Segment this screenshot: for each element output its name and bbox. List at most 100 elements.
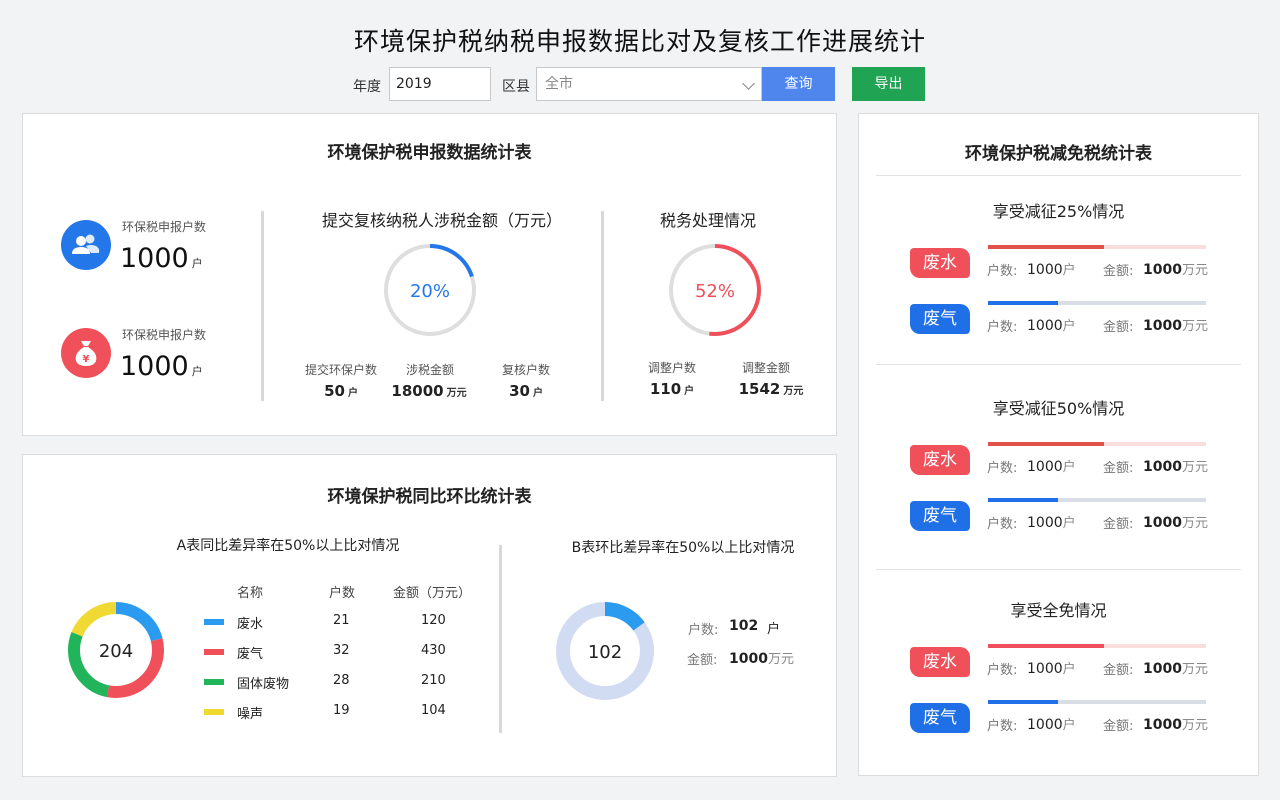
declaration-card-title: 环境保护税申报数据统计表 bbox=[327, 143, 532, 163]
relief-progress-bar bbox=[988, 644, 1206, 648]
pollutant-tag: 废气 bbox=[910, 304, 970, 334]
stat-value: 1542 万元 bbox=[738, 380, 804, 398]
filter-bar: 年度 区县 全市 查询 导出 bbox=[0, 67, 1280, 101]
pollutant-tag: 废水 bbox=[910, 647, 970, 677]
amount-value: 1000万元 bbox=[1143, 515, 1208, 531]
relief-progress-bar bbox=[988, 498, 1206, 502]
divider bbox=[876, 569, 1241, 570]
legend-header-name: 名称 bbox=[237, 586, 264, 601]
chevron-down-icon bbox=[742, 77, 755, 90]
count-label: 户数: bbox=[987, 461, 1018, 476]
divider bbox=[876, 364, 1241, 365]
pollutant-tag: 废气 bbox=[910, 703, 970, 733]
table-b-title: B表环比差异率在50%以上比对情况 bbox=[571, 540, 795, 556]
amount-value: 1000万元 bbox=[1143, 717, 1208, 733]
stat-label: 调整户数 bbox=[647, 361, 696, 375]
count-value: 1000户 bbox=[1027, 262, 1076, 278]
comparison-card-title: 环境保护税同比环比统计表 bbox=[327, 487, 532, 507]
relief-group-title: 享受全免情况 bbox=[1010, 601, 1107, 620]
declared-households-label: 环保税申报户数 bbox=[122, 220, 207, 234]
table-a-title: A表同比差异率在50%以上比对情况 bbox=[176, 538, 400, 554]
relief-progress-bar bbox=[988, 700, 1206, 704]
review-amount-title: 提交复核纳税人涉税金额（万元） bbox=[321, 211, 562, 230]
comparison-stats-card: 环境保护税同比环比统计表 A表同比差异率在50%以上比对情况 204 名称 户数… bbox=[22, 454, 837, 777]
export-button[interactable]: 导出 bbox=[852, 67, 925, 101]
stat-label: 涉税金额 bbox=[405, 363, 454, 377]
legend-count: 32 bbox=[333, 643, 350, 658]
table-a-donut: 204 bbox=[68, 602, 164, 698]
page-title: 环境保护税纳税申报数据比对及复核工作进展统计 bbox=[353, 27, 926, 56]
divider bbox=[601, 211, 604, 401]
handling-percent-text: 52% bbox=[695, 281, 735, 302]
stat-label: 调整金额 bbox=[741, 361, 790, 375]
svg-text:¥: ¥ bbox=[83, 354, 90, 365]
amount-label: 金额: bbox=[1103, 264, 1134, 279]
count-value: 1000户 bbox=[1027, 318, 1076, 334]
amount-label: 金额: bbox=[1103, 517, 1134, 532]
relief-card-title: 环境保护税减免税统计表 bbox=[965, 144, 1152, 164]
legend-amount: 210 bbox=[421, 673, 446, 688]
relief-progress-fill bbox=[988, 301, 1058, 305]
pollutant-tag: 废水 bbox=[910, 445, 970, 475]
declared-households-value: 1000 户 bbox=[120, 243, 203, 274]
table-b-count-unit: 户 bbox=[767, 622, 781, 637]
district-select[interactable]: 全市 bbox=[536, 67, 762, 101]
legend-name: 废气 bbox=[237, 647, 264, 662]
amount-value: 1000万元 bbox=[1143, 661, 1208, 677]
stat-value: 110 户 bbox=[649, 380, 695, 398]
relief-group-title: 享受减征50%情况 bbox=[992, 399, 1125, 418]
relief-progress-bar bbox=[988, 301, 1206, 305]
money-bag-icon: ¥ bbox=[61, 328, 111, 378]
amount-value: 1000万元 bbox=[1143, 262, 1208, 278]
relief-progress-fill bbox=[988, 245, 1104, 249]
users-icon bbox=[61, 220, 111, 270]
legend-count: 21 bbox=[333, 613, 350, 628]
amount-label: 金额: bbox=[1103, 320, 1134, 335]
stat-value: 30 户 bbox=[509, 382, 543, 400]
legend-name: 废水 bbox=[237, 617, 264, 632]
district-selected-value: 全市 bbox=[545, 76, 573, 92]
declared-households-value-2: 1000 户 bbox=[120, 351, 203, 382]
table-a-center-value: 204 bbox=[99, 641, 133, 662]
relief-progress-bar bbox=[988, 245, 1206, 249]
count-label: 户数: bbox=[987, 264, 1018, 279]
legend-header-count: 户数 bbox=[329, 586, 356, 601]
stat-value: 18000 万元 bbox=[391, 382, 467, 400]
amount-label: 金额: bbox=[1103, 461, 1134, 476]
relief-progress-fill bbox=[988, 644, 1104, 648]
relief-progress-fill bbox=[988, 498, 1058, 502]
count-label: 户数: bbox=[987, 517, 1018, 532]
legend-swatch bbox=[204, 619, 224, 625]
handling-progress-ring: 52% bbox=[669, 244, 761, 336]
count-value: 1000户 bbox=[1027, 717, 1076, 733]
table-b-center-value: 102 bbox=[588, 642, 622, 663]
count-label: 户数: bbox=[987, 320, 1018, 335]
declared-households-label-2: 环保税申报户数 bbox=[122, 328, 207, 342]
legend-swatch bbox=[204, 679, 224, 685]
legend-amount: 430 bbox=[421, 643, 446, 658]
relief-progress-fill bbox=[988, 442, 1104, 446]
legend-swatch bbox=[204, 649, 224, 655]
amount-value: 1000万元 bbox=[1143, 459, 1208, 475]
legend-amount: 104 bbox=[421, 703, 446, 718]
review-progress-ring: 20% bbox=[384, 244, 476, 336]
handling-title: 税务处理情况 bbox=[659, 211, 756, 230]
legend-swatch bbox=[204, 709, 224, 715]
declaration-stats-card: 环境保护税申报数据统计表 环保税申报户数 1000 户 ¥ 环保税申报户数 100… bbox=[22, 113, 837, 436]
count-value: 1000户 bbox=[1027, 459, 1076, 475]
stat-label: 复核户数 bbox=[501, 363, 550, 377]
relief-group-title: 享受减征25%情况 bbox=[992, 202, 1125, 221]
amount-value: 1000万元 bbox=[1143, 318, 1208, 334]
query-button[interactable]: 查询 bbox=[762, 67, 835, 101]
amount-label: 金额: bbox=[1103, 663, 1134, 678]
divider bbox=[261, 211, 264, 401]
table-b-amount-label: 金额: bbox=[687, 653, 718, 668]
year-input[interactable] bbox=[389, 67, 491, 101]
table-b-count-value: 102 bbox=[729, 618, 759, 634]
count-label: 户数: bbox=[987, 719, 1018, 734]
district-label: 区县 bbox=[502, 79, 530, 95]
relief-progress-bar bbox=[988, 442, 1206, 446]
review-percent-text: 20% bbox=[410, 281, 450, 302]
pollutant-tag: 废水 bbox=[910, 248, 970, 278]
count-label: 户数: bbox=[987, 663, 1018, 678]
